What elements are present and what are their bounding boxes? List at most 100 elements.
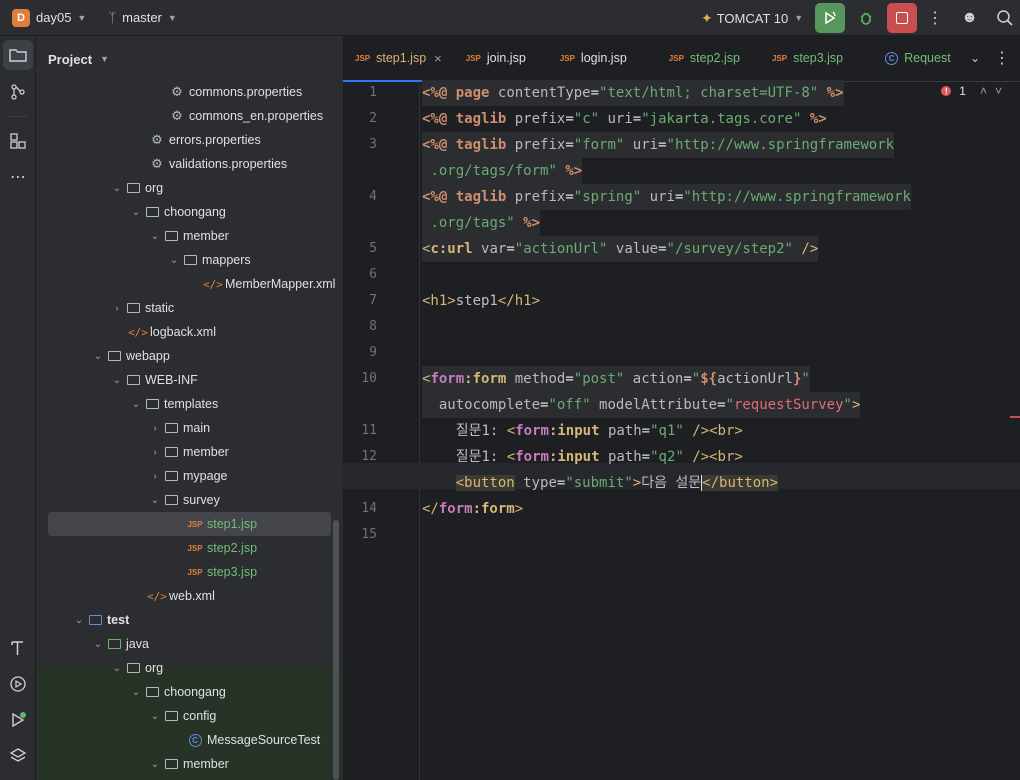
code-area[interactable]: <%@ page contentType="text/html; charset… — [343, 80, 1020, 780]
tree-item[interactable]: ⚙ errors.properties — [36, 128, 343, 152]
chevron-down-icon[interactable]: ⌄ — [91, 639, 105, 650]
chevron-right-icon[interactable]: › — [148, 471, 162, 482]
chevron-down-icon[interactable]: ▼ — [794, 13, 803, 23]
tree-folder[interactable]: ⌄ org — [36, 656, 343, 680]
folder-icon — [164, 423, 178, 433]
close-icon[interactable]: × — [434, 51, 442, 66]
chevron-down-icon[interactable]: ⌄ — [148, 711, 162, 722]
tree-item[interactable]: ⚙ validations.properties — [36, 152, 343, 176]
code-line: <form:form method="post" action="${actio… — [422, 366, 810, 392]
tree-item[interactable]: JSP step2.jsp — [36, 536, 343, 560]
tree-folder[interactable]: ⌄ choongang — [36, 200, 343, 224]
java-class-icon: C — [885, 51, 899, 65]
tree-folder[interactable]: ⌄ member — [36, 224, 343, 248]
chevron-down-icon[interactable]: ⌄ — [72, 615, 86, 626]
tool-window-bar: ⋯ — [0, 36, 36, 780]
tree-folder[interactable]: ⌄ java — [36, 632, 343, 656]
commit-icon[interactable] — [0, 74, 36, 110]
tree-folder[interactable]: › main — [36, 416, 343, 440]
tab-login-jsp[interactable]: JSP login.jsp — [538, 35, 639, 81]
debug-button[interactable] — [851, 3, 881, 33]
chevron-right-icon[interactable]: › — [148, 447, 162, 458]
more-vertical-icon[interactable]: ⋮ — [994, 48, 1010, 68]
tree-item[interactable]: </> web.xml — [36, 584, 343, 608]
chevron-down-icon[interactable]: ⌄ — [110, 375, 124, 386]
run-icon[interactable] — [0, 702, 36, 738]
chevron-down-icon[interactable]: ⌄ — [148, 759, 162, 770]
chevron-down-icon[interactable]: ⌄ — [129, 687, 143, 698]
chevron-right-icon[interactable]: › — [110, 303, 124, 314]
tab-step2-jsp[interactable]: JSP step2.jsp — [639, 35, 752, 81]
chevron-down-icon[interactable]: ▼ — [168, 13, 177, 23]
folder-icon — [126, 303, 140, 313]
tab-step3-jsp[interactable]: JSP step3.jsp — [752, 35, 855, 81]
branch-icon: ᛉ — [108, 10, 117, 25]
tree-item[interactable]: ⚙ commons.properties — [36, 80, 343, 104]
chevron-down-icon[interactable]: ⌄ — [110, 183, 124, 194]
tree-item-selected[interactable]: JSP step1.jsp — [48, 512, 331, 536]
error-stripe-marker[interactable] — [1010, 416, 1020, 418]
chevron-down-icon[interactable]: ⌄ — [167, 255, 181, 266]
services-icon[interactable] — [0, 666, 36, 702]
layers-icon[interactable] — [0, 738, 36, 774]
tree-folder[interactable]: ⌄ member — [36, 752, 343, 776]
line-number: 15 — [361, 527, 377, 542]
rerun-button[interactable] — [815, 3, 846, 33]
structure-icon[interactable] — [0, 123, 36, 159]
search-icon[interactable] — [996, 9, 1014, 27]
tree-folder[interactable]: › static — [36, 296, 343, 320]
tree-folder[interactable]: ⌄ mappers — [36, 248, 343, 272]
tree-folder[interactable]: ⌄ survey — [36, 488, 343, 512]
project-panel: Project ▼ ⚙ commons.properties ⚙ commons_e… — [36, 36, 343, 780]
editor-tabs: JSP step1.jsp × JSP join.jsp JSP login.j… — [343, 36, 1020, 82]
add-user-icon[interactable]: ☻ — [961, 9, 978, 27]
tree-item[interactable]: ⚙ commons_en.properties — [36, 104, 343, 128]
chevron-right-icon[interactable]: › — [148, 423, 162, 434]
chevron-down-icon[interactable]: ⌄ — [970, 51, 980, 65]
stop-button[interactable] — [887, 3, 918, 33]
chevron-down-icon[interactable]: ⌄ — [148, 231, 162, 242]
build-hammer-icon[interactable] — [0, 630, 36, 666]
tree-folder[interactable]: ⌄ test — [36, 608, 343, 632]
tree-item[interactable]: </> logback.xml — [36, 320, 343, 344]
tree-item[interactable]: JSP step3.jsp — [36, 560, 343, 584]
tree-folder[interactable]: ⌄ choongang — [36, 680, 343, 704]
chevron-down-icon[interactable]: ⌄ — [91, 351, 105, 362]
branch-name[interactable]: master — [122, 10, 162, 25]
tab-step1-jsp[interactable]: JSP step1.jsp × — [343, 35, 454, 82]
more-vertical-icon[interactable]: ⋮ — [927, 8, 943, 28]
tab-request[interactable]: C Request — [855, 35, 963, 81]
line-number: 5 — [369, 241, 377, 256]
line-number: 4 — [369, 189, 377, 204]
project-folder-icon[interactable] — [3, 40, 33, 70]
tree-item[interactable]: </> MemberMapper.xml — [36, 272, 343, 296]
code-line: <%@ taglib prefix="c" uri="jakarta.tags.… — [422, 111, 827, 127]
project-panel-header[interactable]: Project ▼ — [36, 36, 343, 82]
tree-folder[interactable]: › member — [36, 440, 343, 464]
tree-folder[interactable]: ⌄ webapp — [36, 344, 343, 368]
run-config-name[interactable]: TOMCAT 10 — [717, 11, 789, 26]
chevron-down-icon[interactable]: ⌄ — [110, 663, 124, 674]
tab-join-jsp[interactable]: JSP join.jsp — [454, 35, 538, 81]
tree-folder[interactable]: ⌄ WEB-INF — [36, 368, 343, 392]
line-number: 6 — [369, 267, 377, 282]
scrollbar[interactable] — [333, 520, 339, 780]
line-number: 11 — [361, 423, 377, 438]
tree-folder[interactable]: ⌄ config — [36, 704, 343, 728]
tab-overflow-button[interactable]: ⌄ ⋮ — [960, 35, 1020, 81]
folder-icon — [107, 639, 121, 649]
chevron-down-icon[interactable]: ▼ — [77, 13, 86, 23]
chevron-down-icon[interactable]: ⌄ — [148, 495, 162, 506]
chevron-down-icon[interactable]: ⌄ — [129, 207, 143, 218]
tree-folder[interactable]: › mypage — [36, 464, 343, 488]
folder-icon — [145, 207, 159, 217]
package-icon — [126, 663, 140, 673]
more-horizontal-icon[interactable]: ⋯ — [0, 159, 36, 195]
chevron-down-icon[interactable]: ▼ — [100, 54, 109, 64]
tree-folder[interactable]: ⌄ org — [36, 176, 343, 200]
project-badge[interactable]: D — [12, 8, 30, 27]
project-name[interactable]: day05 — [36, 10, 71, 25]
tree-item[interactable]: C MessageSourceTest — [36, 728, 343, 752]
chevron-down-icon[interactable]: ⌄ — [129, 399, 143, 410]
tree-folder[interactable]: ⌄ templates — [36, 392, 343, 416]
